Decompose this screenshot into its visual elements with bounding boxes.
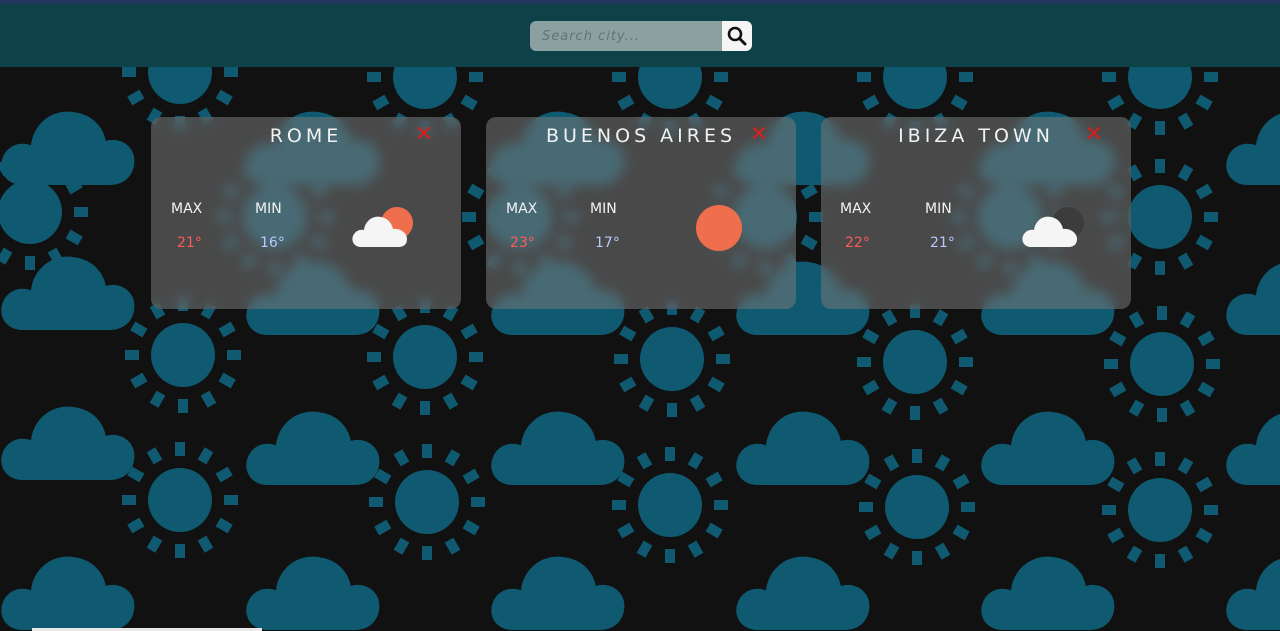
min-temp: 21° [930, 235, 955, 251]
max-temp: 23° [510, 235, 535, 251]
max-label: MAX [506, 201, 538, 217]
search-input[interactable] [530, 21, 722, 51]
min-label: MIN [255, 201, 282, 217]
sun-icon [696, 205, 742, 251]
search-button[interactable] [722, 21, 752, 51]
weather-card-rome: ROME ✕ MAX MIN 21° 16° [151, 117, 461, 309]
min-temp: 17° [595, 235, 620, 251]
max-label: MAX [840, 201, 872, 217]
partly-sunny-icon [352, 207, 413, 247]
search-icon [727, 26, 747, 46]
min-label: MIN [590, 201, 617, 217]
max-temp: 21° [177, 235, 202, 251]
min-label: MIN [925, 201, 952, 217]
cloud-moon-icon [1022, 207, 1084, 247]
min-temp: 16° [260, 235, 285, 251]
close-icon[interactable]: ✕ [1085, 123, 1103, 147]
close-icon[interactable]: ✕ [415, 123, 433, 147]
search-form [530, 21, 752, 51]
header-bar [0, 4, 1280, 67]
max-label: MAX [171, 201, 203, 217]
max-temp: 22° [845, 235, 870, 251]
weather-card-buenos-aires: BUENOS AIRES ✕ MAX MIN 23° 17° [486, 117, 796, 309]
weather-card-ibiza-town: IBIZA TOWN ✕ MAX MIN 22° 21° [821, 117, 1131, 309]
close-icon[interactable]: ✕ [750, 123, 768, 147]
